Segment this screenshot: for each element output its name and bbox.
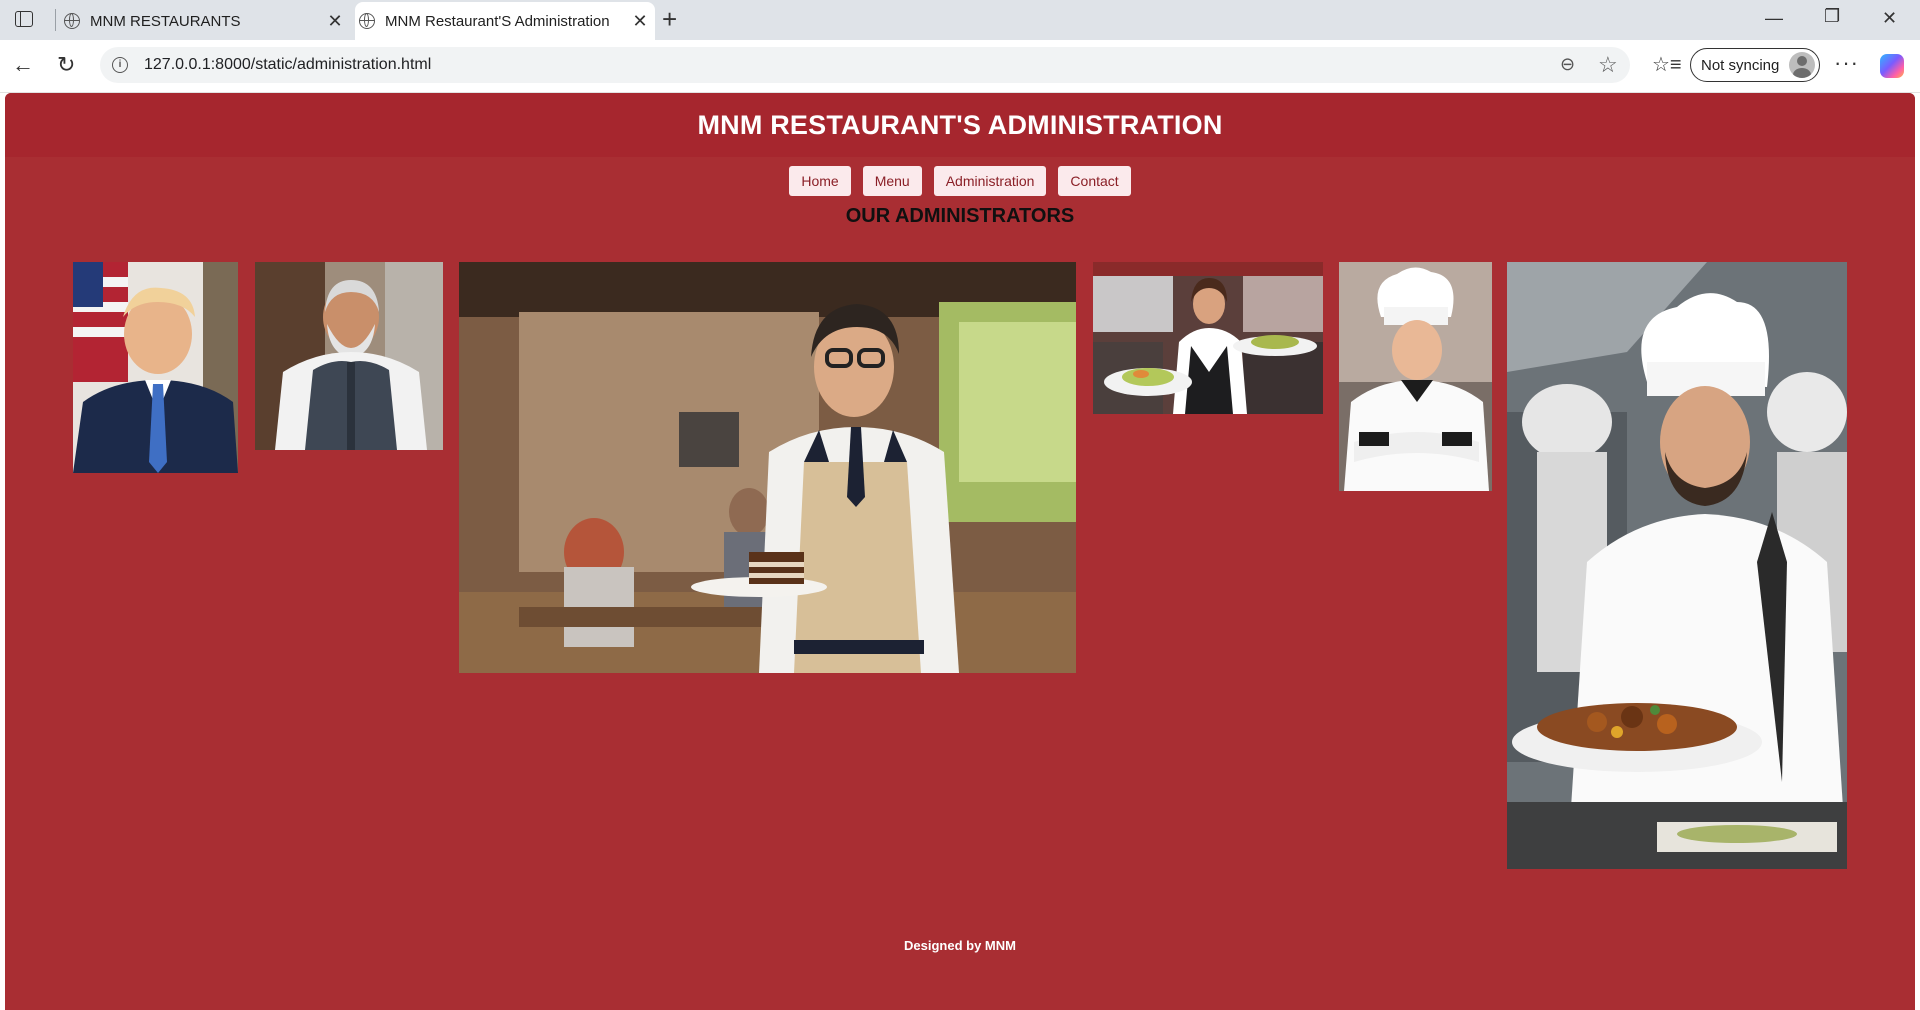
sidebar-toggle-icon[interactable] (15, 11, 33, 27)
browser-tab-administration[interactable]: MNM Restaurant'S Administration ✕ (355, 2, 655, 40)
administrator-photo-5 (1339, 262, 1492, 491)
page-content: MNM RESTAURANT'S ADMINISTRATION Home Men… (5, 93, 1915, 1010)
page-footer: Designed by MNM (904, 938, 1016, 953)
tab-title: MNM RESTAURANTS (90, 12, 241, 30)
copilot-icon[interactable] (1880, 54, 1904, 78)
close-icon[interactable]: ✕ (625, 11, 655, 32)
browser-tab-bar: MNM RESTAURANTS ✕ MNM Restaurant'S Admin… (0, 0, 1920, 40)
zoom-out-icon[interactable]: ⊖ (1560, 54, 1575, 75)
favorites-list-icon[interactable]: ☆≡ (1652, 52, 1682, 77)
more-options-icon[interactable]: ··· (1834, 50, 1859, 76)
administrator-photo-1 (73, 262, 238, 473)
tab-title: MNM Restaurant'S Administration (385, 12, 610, 30)
sync-label: Not syncing (1701, 56, 1780, 74)
window-close-icon[interactable]: ✕ (1882, 8, 1897, 29)
globe-icon (64, 13, 80, 29)
nav-administration-button[interactable]: Administration (933, 166, 1047, 196)
restore-icon[interactable]: ❐ (1824, 6, 1840, 27)
new-tab-icon[interactable]: + (662, 4, 677, 35)
address-bar: ← ↻ i 127.0.0.1:8000/static/administrati… (0, 40, 1920, 93)
nav-contact-button[interactable]: Contact (1058, 166, 1131, 196)
close-icon[interactable]: ✕ (320, 11, 350, 32)
administrator-photo-4 (1093, 262, 1323, 414)
url-text[interactable]: 127.0.0.1:8000/static/administration.htm… (144, 56, 431, 74)
globe-icon (359, 13, 375, 29)
main-nav: Home Menu Administration Contact (5, 166, 1915, 196)
profile-sync-button[interactable]: Not syncing (1690, 48, 1820, 82)
minimize-icon[interactable]: — (1765, 8, 1783, 29)
page-title: MNM RESTAURANT'S ADMINISTRATION (697, 109, 1223, 140)
tab-separator (55, 9, 56, 31)
url-field[interactable]: i 127.0.0.1:8000/static/administration.h… (100, 47, 1630, 83)
reload-icon[interactable]: ↻ (57, 52, 75, 78)
section-title: OUR ADMINISTRATORS (845, 205, 1075, 227)
administrator-photo-3 (459, 262, 1076, 673)
administrator-photo-6 (1507, 262, 1847, 869)
nav-home-button[interactable]: Home (789, 166, 851, 196)
administrator-photo-2 (255, 262, 443, 450)
browser-tab-home[interactable]: MNM RESTAURANTS ✕ (60, 2, 350, 40)
nav-menu-button[interactable]: Menu (862, 166, 922, 196)
page-header: MNM RESTAURANT'S ADMINISTRATION (5, 93, 1915, 157)
avatar (1789, 52, 1815, 78)
favorite-star-icon[interactable]: ☆ (1598, 52, 1618, 78)
back-arrow-icon[interactable]: ← (12, 52, 34, 78)
site-info-icon[interactable]: i (112, 57, 128, 73)
